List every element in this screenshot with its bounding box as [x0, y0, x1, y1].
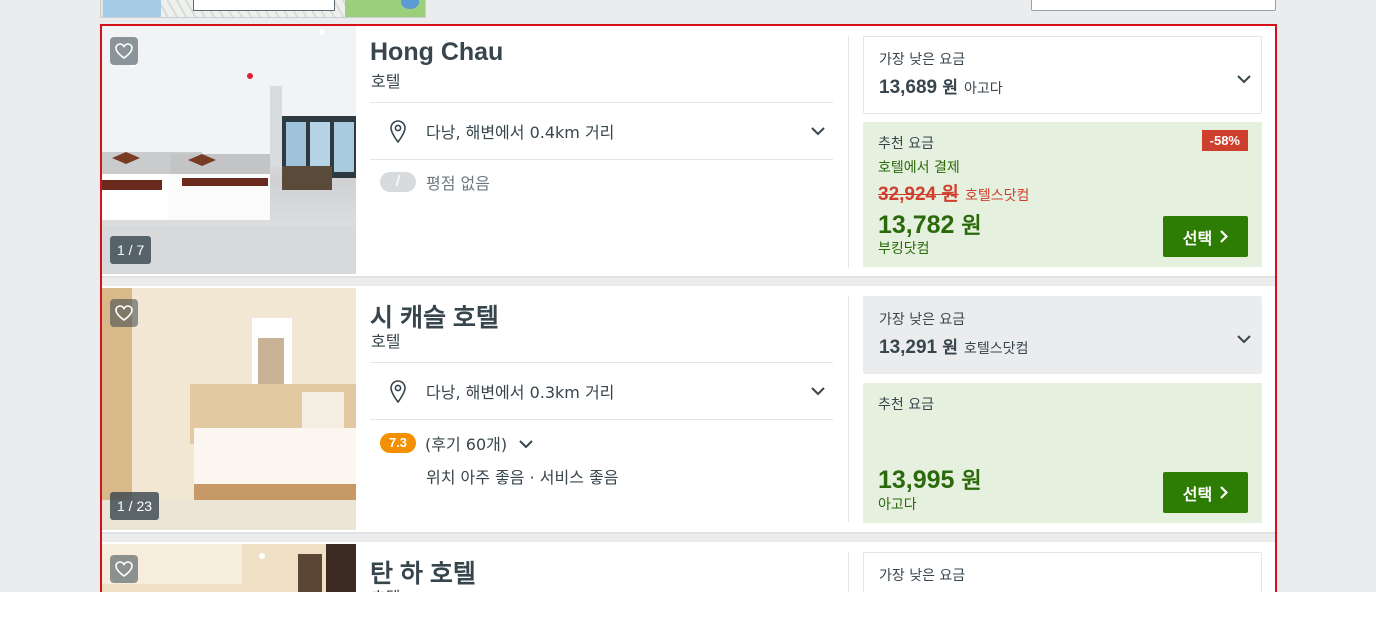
vertical-divider: [848, 552, 849, 592]
lowest-price-box[interactable]: 가장 낮은 요금: [863, 552, 1262, 592]
hotel-card[interactable]: 1 / 7 Hong Chau 호텔 다낭, 해변에서 0.4km 거리 / 평…: [102, 26, 1275, 278]
heart-icon: [115, 305, 133, 321]
recommended-price: 13,782 원: [878, 211, 982, 239]
photo-counter: 1 / 23: [110, 492, 160, 520]
chevron-right-icon: [1220, 486, 1229, 499]
vertical-divider: [848, 36, 849, 268]
lowest-price-box[interactable]: 가장 낮은 요금 13,689 원 아고다: [863, 36, 1262, 114]
heart-icon: [115, 43, 133, 59]
lowest-price-box[interactable]: 가장 낮은 요금 13,291 원 호텔스닷컴: [863, 296, 1262, 374]
vertical-divider: [848, 296, 849, 522]
recommended-price: 13,995 원: [878, 466, 982, 494]
pay-at-hotel-note: 호텔에서 결제: [878, 160, 960, 176]
accommodation-type: 호텔: [371, 72, 401, 91]
photo-counter: 1 / 7: [110, 236, 152, 264]
recommended-deal-box[interactable]: 추천 요금 13,995 원 아고다 선택: [863, 383, 1262, 523]
room-photo-illustration: [102, 544, 356, 592]
show-map-button[interactable]: [193, 0, 335, 11]
hotel-photo[interactable]: 1 / 7: [102, 26, 356, 274]
map-water: [103, 0, 163, 17]
hotel-card[interactable]: 탄 하 호텔 호텔 가장 낮은 요금: [102, 542, 1275, 592]
rating-row[interactable]: 7.3 (후기 60개): [380, 431, 533, 455]
hotel-results-list: 1 / 7 Hong Chau 호텔 다낭, 해변에서 0.4km 거리 / 평…: [100, 24, 1277, 592]
recommended-label: 추천 요금: [878, 397, 934, 413]
accommodation-type: 호텔: [371, 332, 401, 351]
chevron-down-icon[interactable]: [519, 439, 533, 449]
location-row[interactable]: 다낭, 해변에서 0.3km 거리: [370, 363, 833, 419]
lowest-price-value: 13,291 원 호텔스닷컴: [879, 337, 1029, 358]
results-page: 1 / 7 Hong Chau 호텔 다낭, 해변에서 0.4km 거리 / 평…: [0, 0, 1376, 592]
hotel-info: 시 캐슬 호텔 호텔 다낭, 해변에서 0.3km 거리 7.3 (후기 60개…: [370, 286, 835, 532]
lowest-price-label: 가장 낮은 요금: [879, 568, 966, 584]
location-text: 다낭, 해변에서 0.4km 거리: [426, 123, 615, 142]
hotel-name[interactable]: Hong Chau: [370, 38, 503, 67]
map-pin-icon: [390, 380, 406, 403]
rating-text: 평점 없음: [426, 174, 490, 193]
hotel-photo[interactable]: [102, 544, 356, 592]
lowest-price-provider: 호텔스닷컴: [964, 341, 1029, 357]
chevron-right-icon: [1220, 230, 1229, 243]
map-preview[interactable]: [100, 0, 426, 18]
rating-row: / 평점 없음: [380, 170, 490, 194]
review-count: (후기 60개): [425, 435, 508, 454]
favorite-heart-button[interactable]: [110, 555, 138, 583]
hotel-card[interactable]: 1 / 23 시 캐슬 호텔 호텔 다낭, 해변에서 0.3km 거리 7.3 …: [102, 286, 1275, 534]
chevron-down-icon[interactable]: [811, 386, 825, 396]
hotel-photo[interactable]: 1 / 23: [102, 288, 356, 530]
lowest-price-label: 가장 낮은 요금: [879, 52, 966, 68]
map-pin-icon: [390, 120, 406, 143]
lowest-price-value: 13,689 원 아고다: [879, 77, 1003, 98]
accommodation-type: 호텔: [371, 584, 400, 592]
rating-badge: /: [380, 172, 416, 192]
favorite-heart-button[interactable]: [110, 37, 138, 65]
location-text: 다낭, 해변에서 0.3km 거리: [426, 383, 615, 402]
heart-icon: [115, 561, 133, 577]
chevron-down-icon[interactable]: [1237, 75, 1251, 84]
hotel-info: Hong Chau 호텔 다낭, 해변에서 0.4km 거리 / 평점 없음: [370, 26, 835, 276]
hotel-info: 탄 하 호텔 호텔: [370, 542, 835, 592]
divider: [370, 159, 833, 160]
recommended-label: 추천 요금: [878, 136, 934, 152]
location-row[interactable]: 다낭, 해변에서 0.4km 거리: [370, 103, 833, 159]
divider: [370, 419, 833, 420]
select-deal-button[interactable]: 선택: [1163, 472, 1248, 513]
select-deal-button[interactable]: 선택: [1163, 216, 1248, 257]
recommended-provider: 부킹닷컴: [878, 241, 930, 257]
recommended-deal-box[interactable]: 추천 요금 -58% 호텔에서 결제 32,924 원 호텔스닷컴 13,782…: [863, 122, 1262, 267]
original-price: 32,924 원: [878, 184, 959, 205]
recommended-provider: 아고다: [878, 497, 917, 513]
lowest-price-provider: 아고다: [964, 81, 1003, 97]
sort-dropdown[interactable]: [1031, 0, 1276, 11]
lowest-price-label: 가장 낮은 요금: [879, 312, 966, 328]
chevron-down-icon[interactable]: [811, 126, 825, 136]
rating-badge: 7.3: [380, 433, 416, 453]
favorite-heart-button[interactable]: [110, 299, 138, 327]
review-highlights: 위치 아주 좋음 · 서비스 좋음: [426, 468, 619, 487]
original-price-provider: 호텔스닷컴: [965, 188, 1030, 204]
discount-badge: -58%: [1201, 130, 1248, 151]
chevron-down-icon[interactable]: [1237, 335, 1251, 344]
